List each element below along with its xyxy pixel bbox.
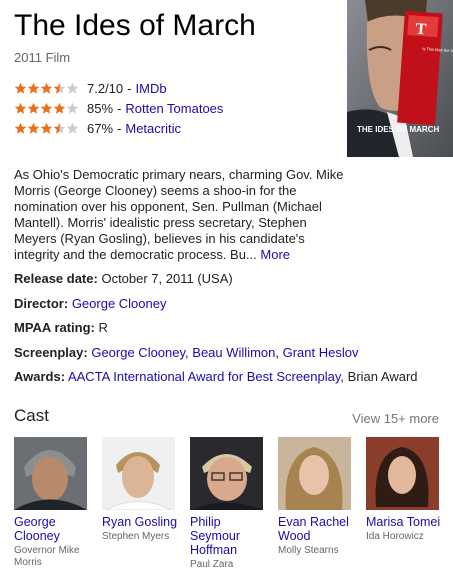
cast-name-link[interactable]: Evan Rachel Wood <box>278 515 358 543</box>
more-link[interactable]: More <box>260 247 290 262</box>
fact-release-date: Release date: October 7, 2011 (USA) <box>14 271 444 296</box>
cast-name-link[interactable]: George Clooney <box>14 515 94 543</box>
fact-value: October 7, 2011 (USA) <box>101 271 233 286</box>
rating-imdb: 7.2/10 - IMDb <box>14 78 223 98</box>
star-icon <box>40 102 53 114</box>
award-separator: , <box>340 369 345 384</box>
film-description: As Ohio's Democratic primary nears, char… <box>14 167 344 263</box>
cast-name-link[interactable]: Philip Seymour Hoffman <box>190 515 270 557</box>
star-icon <box>14 82 27 94</box>
rating-source-link[interactable]: Metacritic <box>125 121 181 136</box>
movie-poster[interactable]: T Is This Man the Next President? THE ID… <box>347 0 453 157</box>
rating-source-link[interactable]: Rotten Tomatoes <box>125 101 223 116</box>
rating-source-link[interactable]: IMDb <box>136 81 167 96</box>
star-rating <box>14 122 79 135</box>
rating-value: 67% <box>87 120 114 136</box>
star-icon <box>40 122 53 134</box>
ratings-list: 7.2/10 - IMDb 85% - Rotten Tomatoes 67% … <box>14 78 223 138</box>
film-title: The Ides of March <box>14 9 256 42</box>
rating-value: 7.2/10 <box>87 80 124 96</box>
cast-role: Molly Stearns <box>278 545 339 556</box>
star-icon <box>66 122 79 134</box>
star-icon <box>53 102 66 114</box>
cast-role: Stephen Myers <box>102 531 170 542</box>
cast-photo[interactable] <box>14 437 87 510</box>
cast-header: Cast View 15+ more <box>14 406 439 430</box>
star-icon <box>53 82 66 94</box>
cast-photo[interactable] <box>366 437 439 510</box>
fact-mpaa-rating: MPAA rating: R <box>14 320 444 345</box>
cast-role: Ida Horowicz <box>366 531 424 542</box>
fact-label: MPAA rating: <box>14 320 95 335</box>
rating-rotten-tomatoes: 85% - Rotten Tomatoes <box>14 98 223 118</box>
star-icon <box>14 102 27 114</box>
star-rating <box>14 102 79 115</box>
cast-member[interactable]: Ryan Gosling Stephen Myers <box>102 437 182 543</box>
star-icon <box>27 82 40 94</box>
cast-photo[interactable] <box>190 437 263 510</box>
cast-member[interactable]: Marisa Tomei Ida Horowicz <box>366 437 446 543</box>
star-icon <box>66 82 79 94</box>
director-link[interactable]: George Clooney <box>72 296 167 311</box>
film-facts: Release date: October 7, 2011 (USA) Dire… <box>14 271 444 394</box>
award-text: Brian Award <box>347 369 418 384</box>
award-link[interactable]: AACTA International Award for Best Scree… <box>68 369 340 384</box>
cast-member[interactable]: Philip Seymour Hoffman Paul Zara <box>190 437 270 571</box>
fact-label: Release date: <box>14 271 98 286</box>
fact-screenplay: Screenplay: George Clooney, Beau Willimo… <box>14 344 359 360</box>
rating-separator: - <box>117 100 122 116</box>
fact-label: Awards: <box>14 369 66 384</box>
cast-photo[interactable] <box>102 437 175 510</box>
cast-name-link[interactable]: Ryan Gosling <box>102 515 182 529</box>
rating-value: 85% <box>87 100 114 116</box>
star-icon <box>14 122 27 134</box>
rating-separator: - <box>117 120 122 136</box>
cast-name-link[interactable]: Marisa Tomei <box>366 515 446 529</box>
screenplay-link[interactable]: George Clooney <box>91 345 185 360</box>
view-more-cast-link[interactable]: View 15+ more <box>352 411 439 426</box>
screenplay-link[interactable]: Grant Heslov <box>283 345 359 360</box>
cast-title: Cast <box>14 406 49 425</box>
poster-image: T Is This Man the Next President? THE ID… <box>347 0 453 157</box>
fact-value: R <box>98 320 108 335</box>
screenplay-link[interactable]: Beau Willimon <box>192 345 275 360</box>
star-icon <box>27 122 40 134</box>
star-icon <box>27 102 40 114</box>
fact-label: Screenplay: <box>14 344 88 360</box>
poster-caption: THE IDES OF MARCH <box>357 125 439 134</box>
fact-awards: Awards: AACTA International Award for Be… <box>14 369 444 394</box>
svg-text:T: T <box>415 21 427 39</box>
cast-photo[interactable] <box>278 437 351 510</box>
star-icon <box>40 82 53 94</box>
cast-role: Governor Mike Morris <box>14 545 80 568</box>
cast-role: Paul Zara <box>190 559 234 570</box>
star-rating <box>14 82 79 95</box>
cast-member[interactable]: Evan Rachel Wood Molly Stearns <box>278 437 358 557</box>
rating-metacritic: 67% - Metacritic <box>14 118 223 138</box>
film-subtitle: 2011 Film <box>14 50 71 65</box>
rating-separator: - <box>127 80 132 96</box>
description-text: As Ohio's Democratic primary nears, char… <box>14 167 344 262</box>
star-icon <box>66 102 79 114</box>
fact-director: Director: George Clooney <box>14 296 444 321</box>
star-icon <box>53 122 66 134</box>
cast-member[interactable]: George Clooney Governor Mike Morris <box>14 437 94 569</box>
fact-label: Director: <box>14 295 69 311</box>
